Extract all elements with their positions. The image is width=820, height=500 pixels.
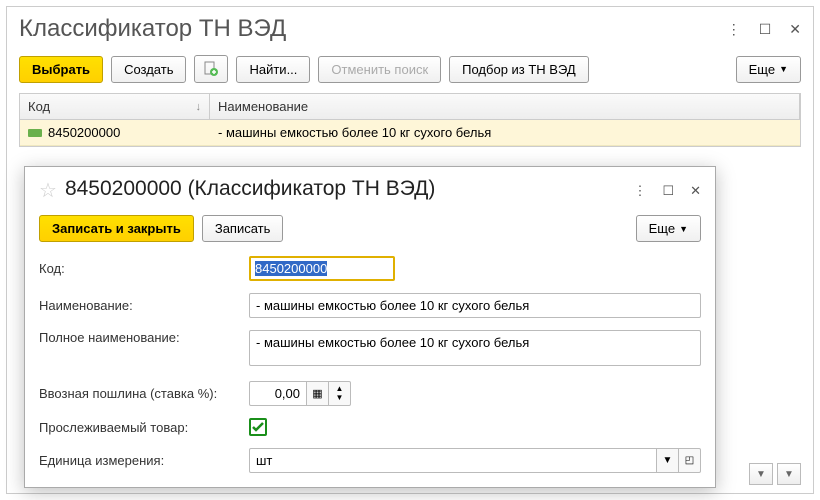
dialog-close-icon[interactable]: ✕ (690, 183, 701, 199)
edit-dialog: ☆ 8450200000 (Классификатор ТН ВЭД) ⋮ ☐ … (24, 166, 716, 488)
favorite-star-icon[interactable]: ☆ (39, 181, 57, 201)
code-input[interactable]: 8450200000 (249, 256, 395, 281)
save-and-close-button[interactable]: Записать и закрыть (39, 215, 194, 242)
cancel-search-button: Отменить поиск (318, 56, 441, 83)
scroll-down-end-button[interactable]: ▼ (777, 463, 801, 485)
spinner-down-icon[interactable]: ▼ (336, 394, 344, 403)
row-item-icon (28, 129, 42, 137)
unit-open-button[interactable]: ◰ (679, 448, 701, 473)
scroll-down-button[interactable]: ▼ (749, 463, 773, 485)
main-title-bar: Классификатор ТН ВЭД ⋮ ☐ ✕ (7, 7, 813, 55)
close-icon[interactable]: ✕ (789, 21, 801, 38)
create-button[interactable]: Создать (111, 56, 186, 83)
row-name: - машины емкостью более 10 кг сухого бел… (210, 120, 800, 145)
spinner-buttons[interactable]: ▲ ▼ (329, 381, 351, 406)
main-toolbar: Выбрать Создать Найти... Отменить поиск … (7, 55, 813, 93)
sort-arrow-icon: ↓ (196, 101, 202, 113)
unit-label: Единица измерения: (39, 453, 239, 468)
dialog-maximize-icon[interactable]: ☐ (662, 183, 674, 199)
traceable-label: Прослеживаемый товар: (39, 420, 239, 435)
kebab-menu-icon[interactable]: ⋮ (727, 21, 741, 38)
code-label: Код: (39, 261, 239, 276)
page-title: Классификатор ТН ВЭД (19, 15, 727, 43)
checkmark-icon (251, 420, 265, 434)
chevron-down-icon: ▼ (679, 224, 688, 234)
select-button[interactable]: Выбрать (19, 56, 103, 83)
table-row[interactable]: 8450200000 - машины емкостью более 10 кг… (20, 120, 800, 146)
dialog-kebab-icon[interactable]: ⋮ (633, 183, 646, 199)
chevron-down-icon: ▼ (779, 64, 788, 74)
duty-label: Ввозная пошлина (ставка %): (39, 386, 239, 401)
data-table: Код ↓ Наименование 8450200000 - машины е… (19, 93, 801, 147)
more-button[interactable]: Еще▼ (736, 56, 801, 83)
duty-stepper: ▦ ▲ ▼ (249, 381, 351, 406)
save-button[interactable]: Записать (202, 215, 284, 242)
column-header-code[interactable]: Код ↓ (20, 94, 210, 119)
dialog-more-button[interactable]: Еще▼ (636, 215, 701, 242)
scroll-controls: ▼ ▼ (749, 463, 801, 485)
unit-input[interactable] (249, 448, 657, 473)
name-label: Наименование: (39, 298, 239, 313)
fullname-label: Полное наименование: (39, 330, 239, 345)
add-copy-button[interactable] (194, 55, 228, 83)
fullname-input[interactable] (249, 330, 701, 366)
unit-dropdown-button[interactable]: ▼ (657, 448, 679, 473)
calculator-icon[interactable]: ▦ (307, 381, 329, 406)
find-button[interactable]: Найти... (236, 56, 310, 83)
duty-value-input[interactable] (249, 381, 307, 406)
name-input[interactable] (249, 293, 701, 318)
traceable-checkbox[interactable] (249, 418, 267, 436)
document-add-icon (203, 61, 219, 77)
pick-from-button[interactable]: Подбор из ТН ВЭД (449, 56, 589, 83)
column-header-name[interactable]: Наименование (210, 94, 800, 119)
maximize-icon[interactable]: ☐ (759, 21, 772, 38)
row-code: 8450200000 (48, 125, 120, 140)
dialog-title: 8450200000 (Классификатор ТН ВЭД) (65, 177, 626, 201)
